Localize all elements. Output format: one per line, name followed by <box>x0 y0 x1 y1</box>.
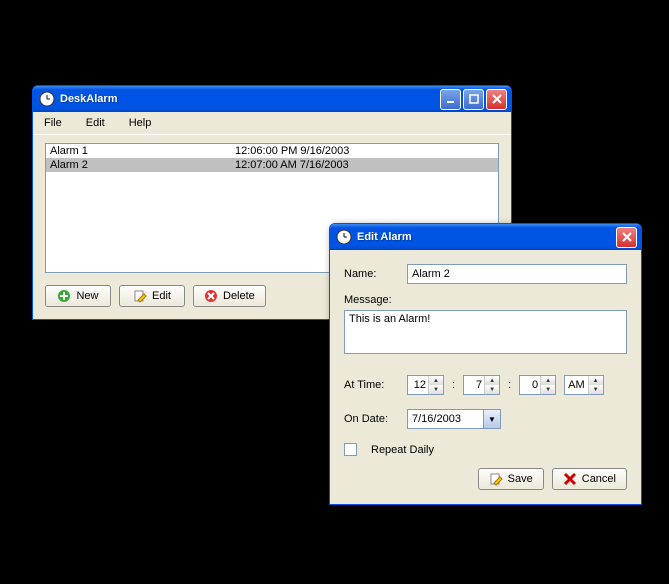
button-label: Edit <box>152 290 171 302</box>
hour-stepper[interactable]: ▲▼ <box>407 375 444 395</box>
down-arrow-icon[interactable]: ▼ <box>429 385 443 394</box>
date-picker[interactable]: ▼ <box>407 409 501 429</box>
menu-help[interactable]: Help <box>126 115 155 131</box>
dialog-title: Edit Alarm <box>357 231 616 243</box>
edit-alarm-dialog: Edit Alarm Name: Message: At Time: ▲▼ : … <box>329 223 642 505</box>
name-field[interactable] <box>407 264 627 284</box>
up-arrow-icon[interactable]: ▲ <box>429 376 443 385</box>
cancel-icon <box>563 472 577 486</box>
close-button[interactable] <box>616 227 637 248</box>
date-row: On Date: ▼ <box>344 409 627 429</box>
date-label: On Date: <box>344 413 399 425</box>
button-label: Cancel <box>582 473 616 485</box>
window-controls <box>440 89 507 110</box>
date-input[interactable] <box>408 413 483 425</box>
minimize-button[interactable] <box>440 89 461 110</box>
dialog-buttons: Save Cancel <box>344 468 627 490</box>
dialog-content: Name: Message: At Time: ▲▼ : ▲▼ : ▲▼ AM▲… <box>330 250 641 504</box>
alarm-time: 12:06:00 PM 9/16/2003 <box>235 145 494 157</box>
chevron-down-icon[interactable]: ▼ <box>483 410 500 428</box>
delete-button[interactable]: Delete <box>193 285 266 307</box>
up-arrow-icon[interactable]: ▲ <box>541 376 555 385</box>
button-label: New <box>76 290 98 302</box>
colon: : <box>452 379 455 391</box>
save-icon <box>489 472 503 486</box>
message-label: Message: <box>344 294 627 306</box>
time-row: At Time: ▲▼ : ▲▼ : ▲▼ AM▲▼ <box>344 375 627 395</box>
menu-file[interactable]: File <box>41 115 65 131</box>
add-icon <box>57 289 71 303</box>
edit-icon <box>133 289 147 303</box>
maximize-button[interactable] <box>463 89 484 110</box>
cancel-button[interactable]: Cancel <box>552 468 627 490</box>
new-button[interactable]: New <box>45 285 111 307</box>
time-label: At Time: <box>344 379 399 391</box>
down-arrow-icon[interactable]: ▼ <box>589 385 603 394</box>
hour-input[interactable] <box>408 379 428 391</box>
clock-icon <box>39 91 55 107</box>
list-item[interactable]: Alarm 1 12:06:00 PM 9/16/2003 <box>46 144 498 158</box>
name-row: Name: <box>344 264 627 284</box>
second-stepper[interactable]: ▲▼ <box>519 375 556 395</box>
message-row: Message: <box>344 294 627 357</box>
save-button[interactable]: Save <box>478 468 544 490</box>
menu-edit[interactable]: Edit <box>83 115 108 131</box>
colon: : <box>508 379 511 391</box>
repeat-row: Repeat Daily <box>344 443 627 456</box>
list-item[interactable]: Alarm 2 12:07:00 AM 7/16/2003 <box>46 158 498 172</box>
edit-button[interactable]: Edit <box>119 285 185 307</box>
minute-stepper[interactable]: ▲▼ <box>463 375 500 395</box>
dialog-titlebar[interactable]: Edit Alarm <box>330 224 641 250</box>
alarm-name: Alarm 1 <box>50 145 235 157</box>
ampm-stepper[interactable]: AM▲▼ <box>564 375 604 395</box>
repeat-label: Repeat Daily <box>371 444 434 456</box>
clock-icon <box>336 229 352 245</box>
repeat-checkbox[interactable] <box>344 443 357 456</box>
alarm-name: Alarm 2 <box>50 159 235 171</box>
second-input[interactable] <box>520 379 540 391</box>
window-controls <box>616 227 637 248</box>
minute-input[interactable] <box>464 379 484 391</box>
up-arrow-icon[interactable]: ▲ <box>589 376 603 385</box>
delete-icon <box>204 289 218 303</box>
close-button[interactable] <box>486 89 507 110</box>
name-label: Name: <box>344 268 399 280</box>
titlebar[interactable]: DeskAlarm <box>33 86 511 112</box>
message-field[interactable] <box>344 310 627 354</box>
alarm-time: 12:07:00 AM 7/16/2003 <box>235 159 494 171</box>
up-arrow-icon[interactable]: ▲ <box>485 376 499 385</box>
window-title: DeskAlarm <box>60 93 440 105</box>
down-arrow-icon[interactable]: ▼ <box>485 385 499 394</box>
button-label: Save <box>508 473 533 485</box>
ampm-value: AM <box>565 379 588 391</box>
menubar: File Edit Help <box>33 112 511 135</box>
down-arrow-icon[interactable]: ▼ <box>541 385 555 394</box>
button-label: Delete <box>223 290 255 302</box>
